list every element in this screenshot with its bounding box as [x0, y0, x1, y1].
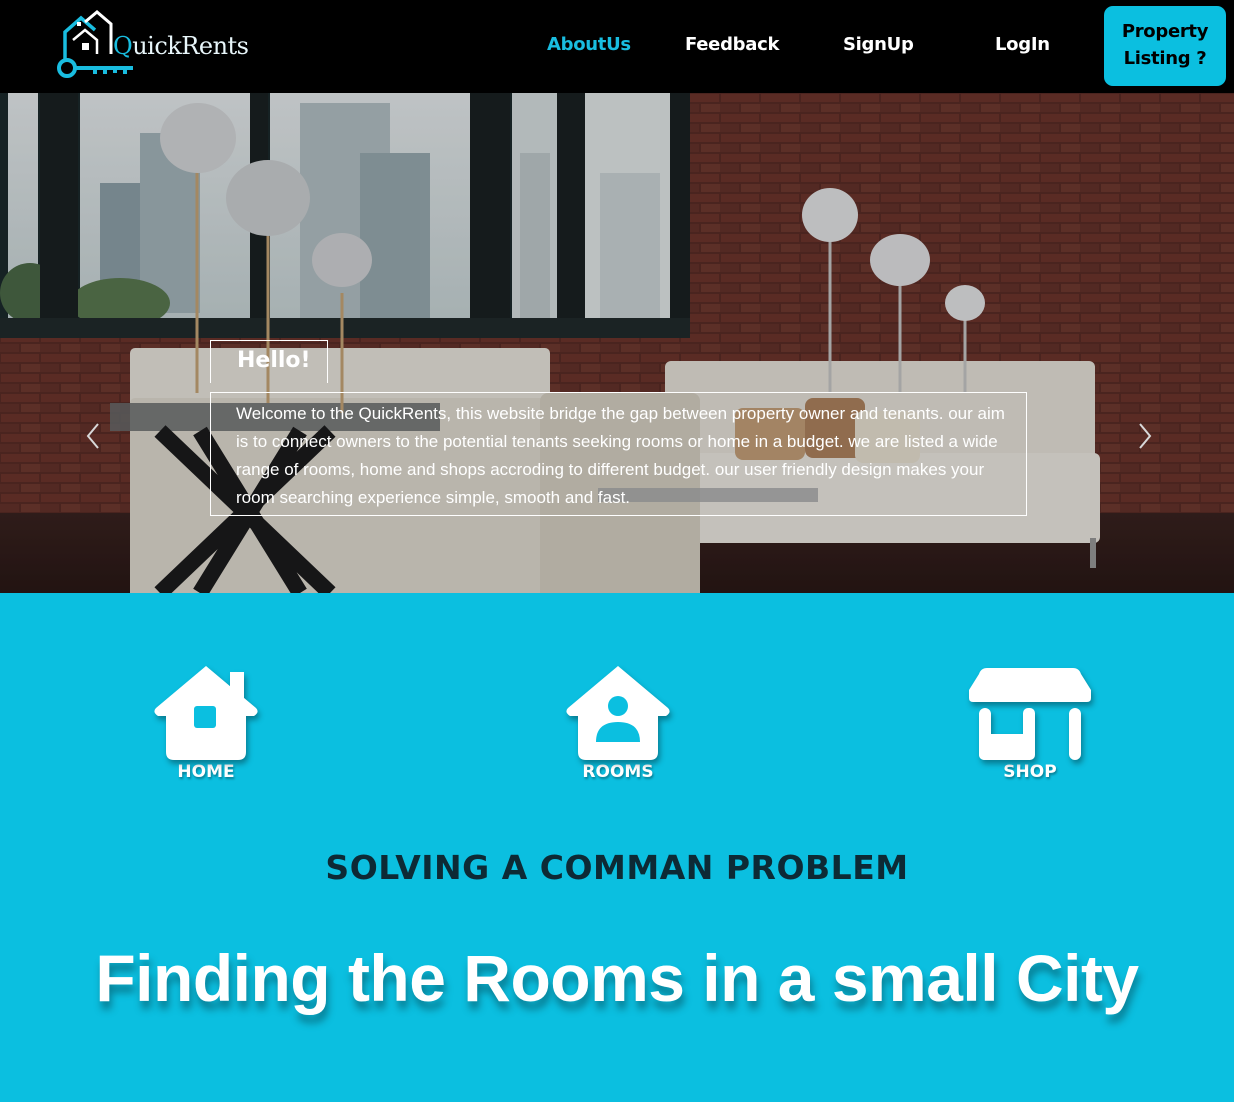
category-home-label: HOME — [177, 762, 235, 782]
nav-link-aboutus[interactable]: AboutUs — [547, 34, 631, 55]
category-shop-label: SHOP — [1003, 762, 1057, 782]
category-home[interactable]: HOME — [131, 660, 281, 782]
carousel-prev-button[interactable] — [78, 418, 108, 454]
property-listing-line1: Property — [1121, 21, 1209, 42]
house-icon — [154, 666, 258, 760]
section-headline: Finding the Rooms in a small City — [95, 941, 1139, 1015]
chevron-right-icon — [1139, 423, 1152, 449]
living-room-photo — [0, 93, 1234, 593]
hero-title: Hello! — [237, 348, 311, 373]
hero-description: Welcome to the QuickRents, this website … — [236, 404, 1005, 507]
brand-name: QuickRents — [113, 32, 249, 60]
shop-icon — [969, 668, 1091, 760]
nav-link-feedback[interactable]: Feedback — [685, 34, 779, 55]
nav-link-login[interactable]: LogIn — [995, 34, 1050, 55]
house-user-icon — [566, 666, 670, 760]
hero-carousel: Hello! Welcome to the QuickRents, this w… — [0, 93, 1234, 593]
chevron-left-icon — [86, 423, 99, 449]
property-listing-line2: Listing ? — [1123, 48, 1207, 69]
category-shop[interactable]: SHOP — [955, 660, 1105, 782]
carousel-next-button[interactable] — [1130, 418, 1160, 454]
section-subtitle: SOLVING A COMMAN PROBLEM — [325, 848, 909, 887]
nav-link-signup[interactable]: SignUp — [843, 34, 914, 55]
category-rooms[interactable]: ROOMS — [543, 660, 693, 782]
property-listing-button[interactable]: Property Listing ? — [1104, 6, 1226, 86]
quickrents-logo[interactable]: QuickRents — [55, 10, 255, 82]
navbar: QuickRents AboutUs Feedback SignUp LogIn… — [0, 0, 1234, 93]
category-rooms-label: ROOMS — [582, 762, 654, 782]
